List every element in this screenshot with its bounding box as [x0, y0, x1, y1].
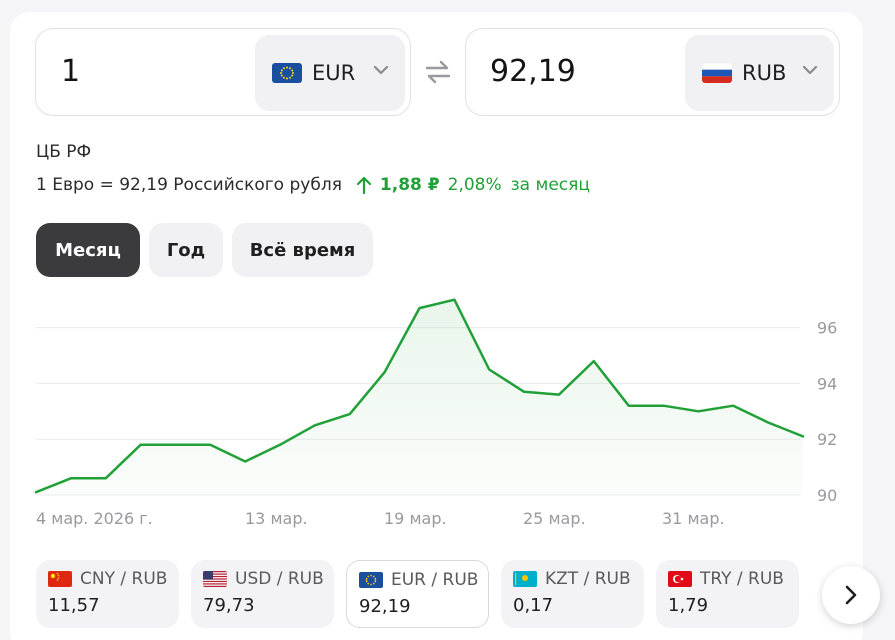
change-absolute: 1,88 ₽ — [379, 175, 440, 195]
currency-pairs: CNY / RUB 11,57 USD / RUB 79,73 EUR / RU… — [36, 560, 811, 628]
pair-card-usd[interactable]: USD / RUB 79,73 — [191, 560, 334, 628]
pair-card-cny[interactable]: CNY / RUB 11,57 — [36, 560, 179, 628]
pair-label: KZT / RUB — [545, 569, 631, 589]
pair-card-try[interactable]: TRY / RUB 1,79 — [656, 560, 799, 628]
pair-card-eur[interactable]: EUR / RUB 92,19 — [346, 560, 489, 628]
y-tick-label: 94 — [817, 374, 837, 393]
pair-card-kzt[interactable]: KZT / RUB 0,17 — [501, 560, 644, 628]
eu-flag-icon — [359, 572, 383, 588]
to-amount-value[interactable]: 92,19 — [490, 54, 576, 89]
eu-flag-icon — [272, 63, 302, 83]
x-tick-label: 31 мар. — [662, 509, 725, 528]
x-tick-label: 13 мар. — [245, 509, 308, 528]
cn-flag-icon — [48, 571, 72, 587]
x-tick-label: 25 мар. — [523, 509, 586, 528]
swap-icon[interactable] — [425, 60, 451, 84]
us-flag-icon — [203, 571, 227, 587]
to-currency-code: RUB — [742, 61, 787, 85]
y-tick-label: 92 — [817, 430, 837, 449]
pair-label: EUR / RUB — [391, 570, 479, 590]
pair-label: USD / RUB — [235, 569, 324, 589]
rate-source: ЦБ РФ — [36, 142, 92, 162]
pair-label: TRY / RUB — [700, 569, 784, 589]
pair-value: 1,79 — [668, 595, 709, 616]
from-currency-code: EUR — [312, 61, 356, 85]
chart-area — [36, 299, 803, 495]
y-tick-label: 96 — [817, 319, 837, 338]
tr-flag-icon — [668, 571, 692, 587]
from-currency-select[interactable]: EUR — [255, 35, 405, 111]
chevron-down-icon — [373, 65, 389, 75]
rate-chart[interactable]: 90 92 94 96 4 мар. 2026 г. 13 мар. 19 мар. 25 … — [0, 280, 895, 540]
rate-summary: 1 Евро = 92,19 Российского рубля 1,88 ₽ … — [36, 175, 590, 195]
arrow-up-icon — [356, 176, 372, 194]
kz-flag-icon — [513, 571, 537, 587]
tab-all-time[interactable]: Всё время — [232, 223, 373, 277]
tab-year[interactable]: Год — [149, 223, 223, 277]
pair-label: CNY / RUB — [80, 569, 168, 589]
period-tabs: Месяц Год Всё время — [36, 223, 382, 277]
pair-value: 11,57 — [48, 595, 100, 616]
next-pairs-button[interactable] — [822, 566, 880, 624]
pair-value: 0,17 — [513, 595, 554, 616]
rate-text: 1 Евро = 92,19 Российского рубля — [36, 175, 342, 195]
ru-flag-icon — [702, 63, 732, 83]
tab-month[interactable]: Месяц — [36, 223, 140, 277]
change-period: за месяц — [510, 175, 590, 195]
chevron-down-icon — [802, 65, 818, 75]
y-tick-label: 90 — [817, 486, 837, 505]
pair-value: 79,73 — [203, 595, 255, 616]
from-amount-field[interactable]: 1 EUR — [35, 28, 411, 116]
chevron-right-icon — [845, 585, 857, 605]
to-currency-select[interactable]: RUB — [685, 35, 834, 111]
x-tick-label: 19 мар. — [384, 509, 447, 528]
change-percent: 2,08% — [447, 175, 502, 195]
to-amount-field[interactable]: 92,19 RUB — [465, 28, 840, 116]
pair-value: 92,19 — [359, 596, 411, 617]
x-tick-label: 4 мар. 2026 г. — [36, 509, 153, 528]
from-amount-value[interactable]: 1 — [61, 54, 80, 89]
